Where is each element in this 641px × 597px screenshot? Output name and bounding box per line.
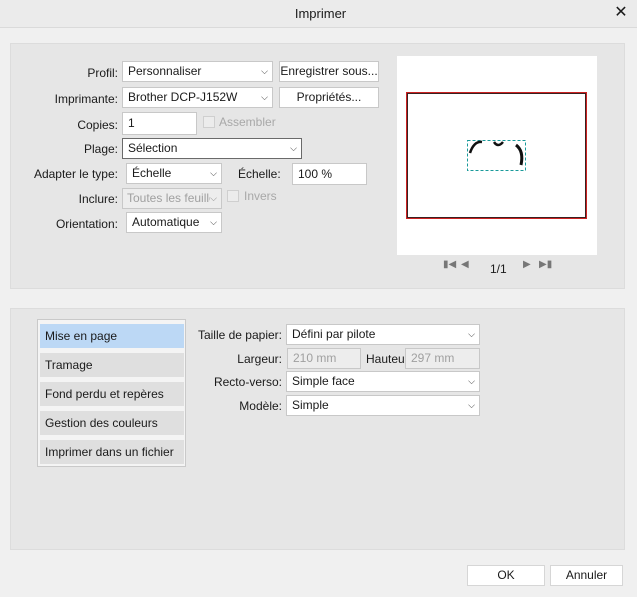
save-as-button[interactable]: Enregistrer sous... — [279, 61, 379, 82]
duplex-select[interactable]: Simple face ⌵ — [286, 371, 480, 392]
printer-label: Imprimante: — [54, 92, 118, 106]
last-page-icon[interactable]: ▶▮ — [539, 259, 552, 270]
orientation-label: Orientation: — [55, 217, 118, 231]
chevron-down-icon: ⌵ — [468, 329, 475, 339]
properties-button[interactable]: Propriétés... — [279, 87, 379, 108]
chevron-down-icon: ⌵ — [210, 168, 217, 178]
invert-checkbox[interactable] — [227, 190, 239, 202]
copies-value: 1 — [128, 116, 135, 130]
collate-checkbox[interactable] — [203, 116, 215, 128]
window-title: Imprimer — [294, 6, 347, 21]
close-icon[interactable]: ✕ — [610, 1, 632, 25]
cancel-button[interactable]: Annuler — [550, 565, 623, 586]
category-imprimer-fichier[interactable]: Imprimer dans un fichier — [40, 440, 184, 464]
next-page-icon[interactable]: ▶ — [523, 259, 531, 270]
orientation-value: Automatique — [132, 215, 200, 229]
preview-content — [467, 140, 526, 171]
profile-value: Personnaliser — [128, 64, 202, 78]
include-label: Inclure: — [78, 192, 118, 206]
invert-label: Invers — [244, 189, 277, 203]
paper-size-select[interactable]: Défini par pilote ⌵ — [286, 324, 480, 345]
category-gestion-couleurs[interactable]: Gestion des couleurs — [40, 411, 184, 435]
chevron-down-icon: ⌵ — [468, 400, 475, 410]
category-tramage[interactable]: Tramage — [40, 353, 184, 377]
height-label: Hauteu — [366, 352, 405, 366]
range-value: Sélection — [128, 141, 178, 155]
include-value: Toutes les feuille — [127, 191, 216, 205]
range-select[interactable]: Sélection ⌵ — [122, 138, 302, 159]
chevron-down-icon: ⌵ — [210, 217, 217, 227]
chevron-down-icon: ⌵ — [261, 92, 268, 102]
first-page-icon[interactable]: ▮◀ — [443, 259, 456, 270]
scale-value: 100 % — [298, 167, 333, 181]
chevron-down-icon: ⌵ — [290, 143, 297, 153]
previous-page-icon[interactable]: ◀ — [461, 259, 469, 270]
chevron-down-icon: ⌵ — [261, 66, 268, 76]
fit-type-value: Échelle — [132, 166, 172, 180]
model-value: Simple — [292, 398, 329, 412]
window-edge — [637, 0, 641, 597]
fit-type-select[interactable]: Échelle ⌵ — [126, 163, 222, 184]
fit-type-label: Adapter le type: — [33, 167, 118, 181]
chevron-down-icon: ⌵ — [210, 189, 217, 208]
model-select[interactable]: Simple ⌵ — [286, 395, 480, 416]
duplex-value: Simple face — [292, 374, 355, 388]
copies-label: Copies: — [77, 118, 118, 132]
category-fond-perdu[interactable]: Fond perdu et repères — [40, 382, 184, 406]
profile-label: Profil: — [87, 66, 118, 80]
include-select[interactable]: Toutes les feuille ⌵ — [122, 188, 222, 209]
model-label: Modèle: — [239, 399, 282, 413]
scale-input[interactable]: 100 % — [292, 163, 367, 185]
paper-size-value: Défini par pilote — [292, 327, 376, 341]
profile-select[interactable]: Personnaliser ⌵ — [122, 61, 273, 82]
width-input[interactable]: 210 mm — [287, 348, 361, 369]
paper-size-label: Taille de papier: — [197, 328, 282, 342]
width-value: 210 mm — [293, 351, 337, 365]
ok-button[interactable]: OK — [467, 565, 545, 586]
chevron-down-icon: ⌵ — [468, 376, 475, 386]
height-input[interactable]: 297 mm — [405, 348, 480, 369]
collate-label: Assembler — [219, 115, 276, 129]
orientation-select[interactable]: Automatique ⌵ — [126, 212, 222, 233]
copies-input[interactable]: 1 — [122, 112, 197, 135]
category-mise-en-page[interactable]: Mise en page — [40, 324, 184, 348]
page-indicator: 1/1 — [490, 262, 507, 276]
scale-label: Échelle: — [238, 167, 281, 181]
printer-select[interactable]: Brother DCP-J152W ⌵ — [122, 87, 273, 108]
width-label: Largeur: — [237, 352, 282, 366]
height-value: 297 mm — [411, 351, 455, 365]
printer-value: Brother DCP-J152W — [128, 90, 238, 104]
duplex-label: Recto-verso: — [213, 375, 282, 389]
range-label: Plage: — [83, 142, 118, 156]
